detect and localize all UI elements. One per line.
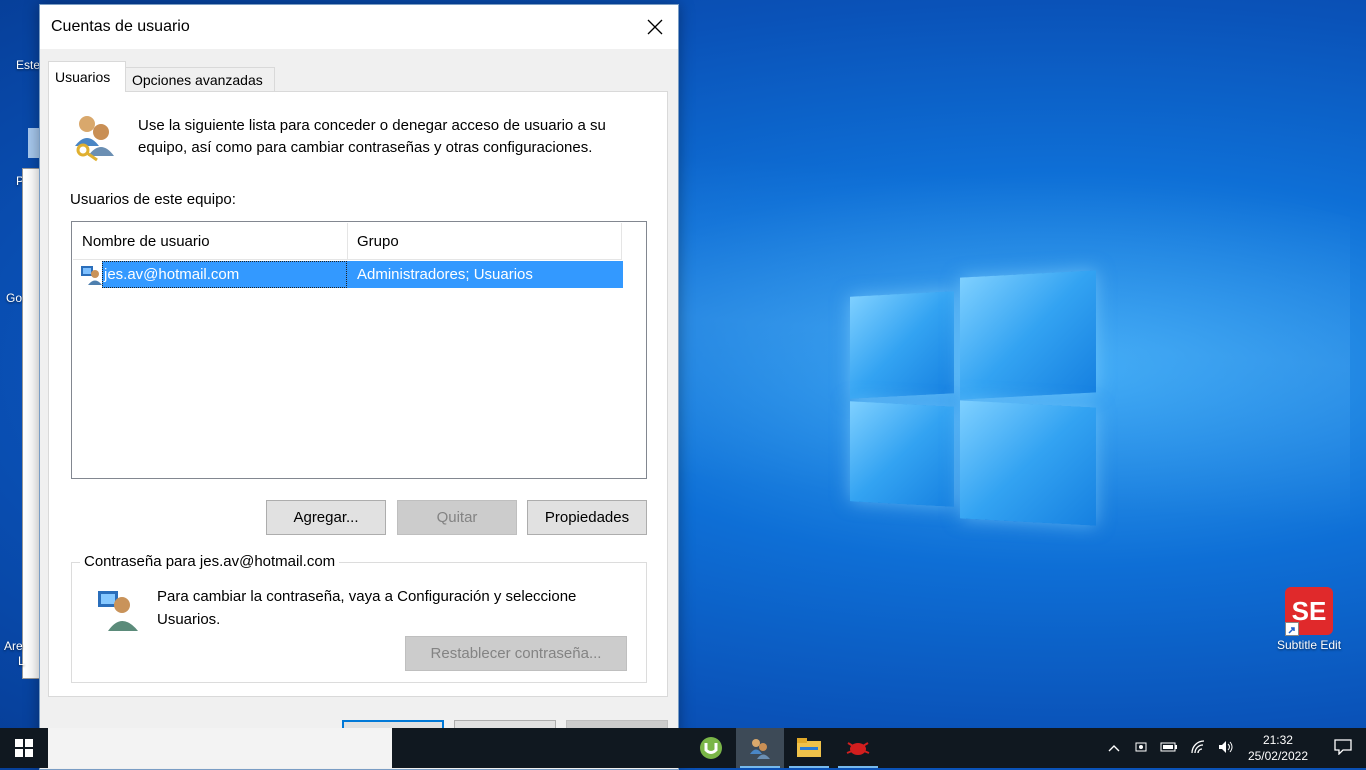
taskbar-search-box[interactable] — [48, 728, 392, 768]
password-group-legend: Contraseña para jes.av@hotmail.com — [80, 553, 340, 570]
user-account-icon — [81, 266, 102, 285]
users-tab-panel: Use la siguiente lista para conceder o d… — [48, 91, 668, 697]
taskbar-utorrent[interactable] — [687, 728, 735, 768]
clock[interactable]: 21:32 25/02/2022 — [1248, 732, 1308, 764]
user-monitor-icon — [98, 591, 138, 631]
title-bar[interactable]: Cuentas de usuario — [40, 5, 678, 49]
properties-button[interactable]: Propiedades — [527, 500, 647, 535]
column-header-username[interactable]: Nombre de usuario — [73, 223, 348, 259]
windows-start-icon — [15, 739, 33, 757]
users-listview[interactable]: Nombre de usuario Grupo jes.av@hotmail.c… — [71, 221, 647, 479]
battery-icon[interactable] — [1160, 741, 1178, 755]
chevron-up-icon[interactable] — [1108, 741, 1120, 755]
subtitle-edit-label[interactable]: Subtitle Edit — [1277, 638, 1341, 652]
windows-logo — [848, 270, 1098, 528]
meet-now-icon[interactable] — [1134, 740, 1148, 757]
add-user-button[interactable]: Agregar... — [266, 500, 386, 535]
taskbar: 21:32 25/02/2022 — [0, 728, 1366, 768]
users-list-label: Usuarios de este equipo: — [70, 191, 236, 208]
volume-icon[interactable] — [1218, 740, 1234, 757]
listview-header: Nombre de usuario Grupo — [73, 223, 622, 260]
file-explorer-icon — [797, 738, 821, 757]
close-icon — [647, 19, 663, 35]
app-bug-icon — [846, 742, 870, 755]
wifi-icon[interactable] — [1190, 739, 1206, 757]
desktop-label-are[interactable]: Are — [4, 639, 23, 653]
user-accounts-icon — [750, 739, 770, 759]
utorrent-icon — [700, 737, 722, 759]
close-button[interactable] — [632, 5, 678, 49]
users-key-icon — [75, 116, 114, 162]
cell-group: Administradores; Usuarios — [357, 266, 533, 283]
notification-center-icon[interactable] — [1334, 738, 1352, 758]
system-tray: 21:32 25/02/2022 — [1100, 728, 1366, 768]
clock-date: 25/02/2022 — [1247, 749, 1308, 763]
start-button[interactable] — [0, 728, 48, 768]
password-help-text: Para cambiar la contraseña, vaya a Confi… — [157, 588, 577, 628]
taskbar-file-explorer[interactable] — [785, 728, 833, 768]
desktop-label-go[interactable]: Go — [6, 291, 22, 305]
tab-usuarios[interactable]: Usuarios — [48, 61, 126, 92]
reset-password-button[interactable]: Restablecer contraseña... — [405, 636, 627, 671]
password-groupbox: Contraseña para jes.av@hotmail.com Para … — [71, 553, 647, 683]
tab-opciones-avanzadas[interactable]: Opciones avanzadas — [125, 67, 275, 91]
column-header-group[interactable]: Grupo — [348, 223, 622, 259]
cell-username: jes.av@hotmail.com — [104, 266, 240, 283]
dialog-title: Cuentas de usuario — [51, 18, 190, 35]
shortcut-arrow-icon — [1285, 622, 1299, 636]
intro-text: Use la siguiente lista para conceder o d… — [138, 117, 606, 156]
remove-user-button[interactable]: Quitar — [397, 500, 517, 535]
clock-time: 21:32 — [1262, 733, 1293, 747]
desktop-label-l[interactable]: L — [18, 654, 25, 668]
taskbar-user-accounts[interactable] — [736, 728, 784, 768]
desktop-label-this-pc[interactable]: Este — [16, 58, 40, 72]
user-accounts-dialog: Cuentas de usuario Usuarios Opciones ava… — [39, 4, 679, 770]
taskbar-app-bug[interactable] — [834, 728, 882, 768]
table-row[interactable]: jes.av@hotmail.com Administradores; Usua… — [74, 261, 623, 288]
